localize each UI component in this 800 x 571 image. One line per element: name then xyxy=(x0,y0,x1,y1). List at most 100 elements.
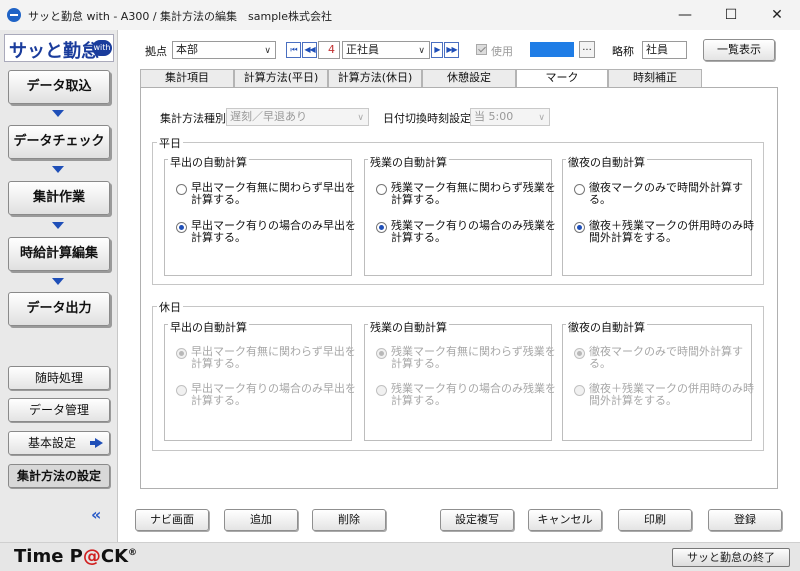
date-switch-select[interactable]: 当 5:00 ∨ xyxy=(470,108,550,126)
nav-data-output-button[interactable]: データ出力 xyxy=(8,292,110,326)
chevron-down-icon: ∨ xyxy=(357,113,364,123)
weekday-group-title: 平日 xyxy=(157,135,183,151)
use-label: 使用 xyxy=(491,45,513,58)
add-button[interactable]: 追加 xyxy=(224,509,298,531)
next-record-button[interactable]: ▶ xyxy=(431,42,443,58)
holiday-overtime-radio-1[interactable] xyxy=(376,348,387,359)
brand-at: @ xyxy=(82,546,101,567)
tab-weekday-calc[interactable]: 計算方法(平日) xyxy=(234,69,328,87)
color-swatch xyxy=(530,42,574,57)
color-picker-button[interactable]: ... xyxy=(579,41,595,58)
holiday-allnight-radio-1[interactable] xyxy=(574,348,585,359)
close-button[interactable]: ✕ xyxy=(754,0,800,30)
weekday-overtime-opt2: 残業マーク有りの場合のみ残業を計算する。 xyxy=(391,219,556,244)
nav-data-import-button[interactable]: データ取込 xyxy=(8,70,110,104)
chevron-down-icon: ∨ xyxy=(418,46,425,56)
weekday-overtime-radio-2[interactable] xyxy=(376,222,387,233)
list-view-button[interactable]: 一覧表示 xyxy=(703,39,775,61)
navi-screen-button[interactable]: ナビ画面 xyxy=(135,509,209,531)
method-select[interactable]: 遅刻／早退あり ∨ xyxy=(226,108,369,126)
brand-reg: ® xyxy=(128,548,138,558)
print-button[interactable]: 印刷 xyxy=(618,509,692,531)
flow-arrow-icon xyxy=(52,278,64,285)
method-label: 集計方法種別 xyxy=(160,112,226,125)
tab-time-correction[interactable]: 時刻補正 xyxy=(608,69,702,87)
weekday-allnight-opt2: 徹夜＋残業マークの併用時のみ時間外計算をする。 xyxy=(589,219,754,244)
nav-aggregate-button[interactable]: 集計作業 xyxy=(8,181,110,215)
copy-settings-button[interactable]: 設定複写 xyxy=(440,509,514,531)
holiday-overtime-radio-2[interactable] xyxy=(376,385,387,396)
weekday-early-radio-2[interactable] xyxy=(176,222,187,233)
prev-record-button[interactable]: ◀◀ xyxy=(302,42,317,58)
nav-basic-settings-button[interactable]: 基本設定 xyxy=(8,431,110,455)
app-logo-icon xyxy=(7,8,21,22)
flow-arrow-icon xyxy=(52,222,64,229)
employment-select[interactable]: 正社員 ∨ xyxy=(342,41,430,59)
title-bar: サッと勤怠 with - A300 / 集計方法の編集 sample株式会社 —… xyxy=(0,0,800,30)
last-record-button[interactable]: ▶▶ xyxy=(444,42,459,58)
flow-arrow-icon xyxy=(52,110,64,117)
logo-badge: with xyxy=(92,40,112,56)
tab-summary-items[interactable]: 集計項目 xyxy=(140,69,234,87)
date-switch-label: 日付切換時刻設定 xyxy=(383,112,471,125)
exit-app-button[interactable]: サッと勤怠の終了 xyxy=(672,548,790,567)
arrow-right-icon xyxy=(90,438,103,448)
flow-arrow-icon xyxy=(52,166,64,173)
collapse-sidebar-icon[interactable]: « xyxy=(91,505,101,524)
date-switch-value: 当 5:00 xyxy=(474,110,514,123)
brand-part-a: Time P xyxy=(14,546,83,567)
use-checkbox[interactable] xyxy=(476,44,487,55)
method-select-value: 遅刻／早退あり xyxy=(230,110,307,123)
holiday-allnight-opt2: 徹夜＋残業マークの併用時のみ時間外計算をする。 xyxy=(589,382,754,407)
nav-hourly-calc-button[interactable]: 時給計算編集 xyxy=(8,237,110,271)
delete-button[interactable]: 削除 xyxy=(312,509,386,531)
employment-select-value: 正社員 xyxy=(346,43,379,56)
cancel-button[interactable]: キャンセル xyxy=(528,509,602,531)
holiday-early-radio-1[interactable] xyxy=(176,348,187,359)
weekday-early-radio-1[interactable] xyxy=(176,184,187,195)
weekday-allnight-radio-1[interactable] xyxy=(574,184,585,195)
weekday-allnight-radio-2[interactable] xyxy=(574,222,585,233)
chevron-down-icon: ∨ xyxy=(264,46,271,56)
abbr-input[interactable]: 社員 xyxy=(642,41,687,59)
tab-break-settings[interactable]: 休憩設定 xyxy=(422,69,516,87)
nav-adhoc-button[interactable]: 随時処理 xyxy=(8,366,110,390)
nav-aggregation-method-button[interactable]: 集計方法の設定 xyxy=(8,464,110,488)
holiday-early-title: 早出の自動計算 xyxy=(168,319,249,335)
weekday-overtime-radio-1[interactable] xyxy=(376,184,387,195)
holiday-group-title: 休日 xyxy=(157,299,183,315)
maximize-button[interactable]: ☐ xyxy=(708,0,754,30)
window-title: サッと勤怠 with - A300 / 集計方法の編集 sample株式会社 xyxy=(28,10,333,23)
chevron-down-icon: ∨ xyxy=(538,113,545,123)
holiday-overtime-opt2: 残業マーク有りの場合のみ残業を計算する。 xyxy=(391,382,556,407)
weekday-early-opt2: 早出マーク有りの場合のみ早出を計算する。 xyxy=(191,219,356,244)
weekday-allnight-opt1: 徹夜マークのみで時間外計算する。 xyxy=(589,181,743,206)
brand-part-b: CK xyxy=(100,546,129,567)
base-select-value: 本部 xyxy=(176,43,198,56)
holiday-allnight-radio-2[interactable] xyxy=(574,385,585,396)
nav-data-check-button[interactable]: データチェック xyxy=(8,125,110,159)
holiday-early-radio-2[interactable] xyxy=(176,385,187,396)
tab-mark[interactable]: マーク xyxy=(516,69,608,88)
nav-data-management-button[interactable]: データ管理 xyxy=(8,398,110,422)
weekday-overtime-title: 残業の自動計算 xyxy=(368,154,449,170)
weekday-early-opt1: 早出マーク有無に関わらず早出を計算する。 xyxy=(191,181,356,206)
holiday-allnight-opt1: 徹夜マークのみで時間外計算する。 xyxy=(589,345,743,370)
tab-holiday-calc[interactable]: 計算方法(休日) xyxy=(328,69,422,87)
weekday-allnight-title: 徹夜の自動計算 xyxy=(566,154,647,170)
first-record-button[interactable]: ⏮ xyxy=(286,42,301,58)
brand-logo: Time P@CK® xyxy=(14,546,137,567)
weekday-allnight-box xyxy=(562,159,752,276)
logo-text: サッと勤怠 xyxy=(9,41,99,62)
holiday-early-opt1: 早出マーク有無に関わらず早出を計算する。 xyxy=(191,345,356,370)
holiday-overtime-title: 残業の自動計算 xyxy=(368,319,449,335)
holiday-early-opt2: 早出マーク有りの場合のみ早出を計算する。 xyxy=(191,382,356,407)
register-button[interactable]: 登録 xyxy=(708,509,782,531)
app-logo: サッと勤怠 with xyxy=(4,34,114,62)
nav-basic-settings-label: 基本設定 xyxy=(27,436,76,450)
weekday-early-title: 早出の自動計算 xyxy=(168,154,249,170)
abbr-label: 略称 xyxy=(612,45,634,58)
minimize-button[interactable]: — xyxy=(662,0,708,30)
base-select[interactable]: 本部 ∨ xyxy=(172,41,276,59)
holiday-overtime-opt1: 残業マーク有無に関わらず残業を計算する。 xyxy=(391,345,556,370)
